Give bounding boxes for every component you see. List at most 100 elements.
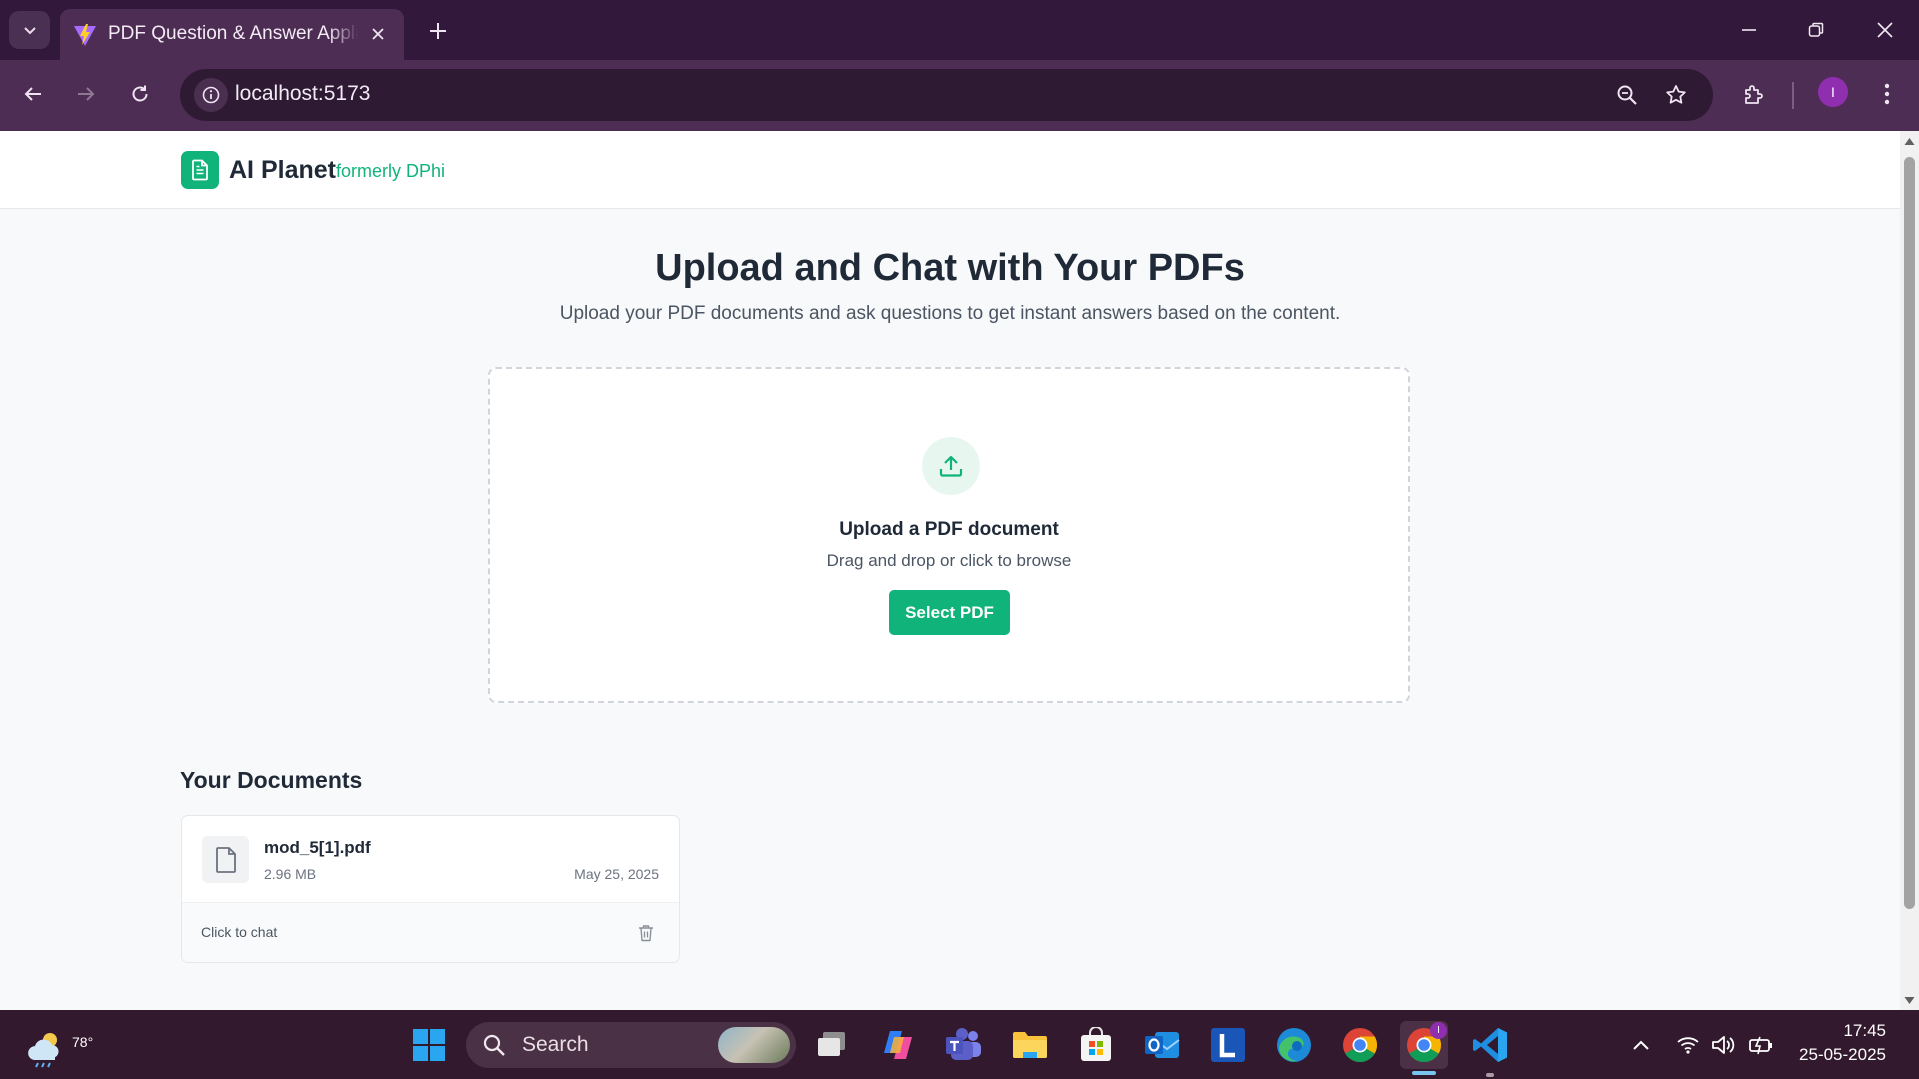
vite-favicon-icon [74,24,96,46]
weather-widget[interactable]: 78° [24,1024,93,1068]
edge-icon [1277,1028,1311,1062]
screen: PDF Question & Answer Application [0,0,1919,1079]
upload-title: Upload a PDF document [839,519,1059,540]
document-icon [192,159,208,181]
tab-search-button[interactable] [9,11,50,49]
back-button[interactable] [13,74,53,114]
select-pdf-button[interactable]: Select PDF [889,590,1010,635]
teams-icon [946,1028,981,1060]
restore-icon [1808,22,1824,37]
open-app-indicator [1486,1073,1494,1077]
address-bar[interactable]: localhost:5173 [180,69,1713,121]
store-icon [1081,1027,1111,1061]
clock-date[interactable]: 25-05-2025 [1770,1045,1886,1065]
toolbar-separator [1792,82,1794,109]
file-icon-box [202,836,249,883]
extensions-button[interactable] [1734,74,1774,114]
bookmark-button[interactable] [1658,77,1694,113]
close-icon [1877,22,1893,38]
star-icon [1666,85,1686,104]
restore-button[interactable] [1788,8,1844,52]
page-viewport: AI Planet formerly DPhi Upload and Chat … [0,131,1900,1010]
minimize-icon [1742,29,1756,31]
site-header: AI Planet formerly DPhi [0,131,1900,209]
volume-status[interactable] [1710,1031,1738,1059]
copilot-app[interactable] [874,1021,922,1069]
chevron-up-icon [1633,1040,1649,1050]
delete-document-button[interactable] [634,921,658,945]
brand-subtitle: formerly DPhi [336,161,446,181]
brand-name[interactable]: AI Planet [229,156,336,185]
documents-title: Your Documents [180,767,363,793]
search-highlight-image [718,1027,790,1063]
url-text[interactable]: localhost:5173 [235,82,370,106]
browser-menu-button[interactable] [1867,74,1907,114]
document-name: mod_5[1].pdf [264,838,371,857]
l-app-icon [1211,1028,1245,1062]
page-title: Upload and Chat with Your PDFs [655,247,1245,289]
task-view-icon [818,1032,845,1056]
outlook-app[interactable] [1138,1021,1186,1069]
plus-icon [430,23,446,39]
wifi-status[interactable] [1674,1031,1702,1059]
page-subtitle: Upload your PDF documents and ask questi… [559,303,1341,324]
chrome-profile-app-active[interactable]: I [1400,1021,1448,1069]
copilot-icon [884,1031,912,1059]
browser-toolbar: localhost:5173 I [0,60,1919,131]
upload-dropzone[interactable]: Upload a PDF document Drag and drop or c… [488,367,1410,703]
triangle-up-icon [1904,138,1915,145]
edge-app[interactable] [1270,1021,1318,1069]
folder-icon [1013,1032,1047,1058]
chevron-down-icon [23,27,36,35]
microsoft-store-app[interactable] [1072,1021,1120,1069]
scrollbar-thumb[interactable] [1904,157,1915,909]
reload-icon [132,85,148,102]
active-app-indicator [1412,1071,1436,1075]
tab-close-button[interactable] [363,19,393,49]
show-hidden-icons-button[interactable] [1627,1031,1655,1059]
file-explorer-app[interactable] [1006,1021,1054,1069]
profile-avatar[interactable]: I [1818,77,1848,107]
chrome-app[interactable] [1336,1021,1384,1069]
info-icon [202,86,220,104]
zoom-icon [1617,85,1637,105]
upload-subtitle: Drag and drop or click to browse [826,551,1072,570]
zoom-button[interactable] [1609,77,1645,113]
chrome-icon [1343,1028,1377,1062]
temperature-text: 78° [72,1034,94,1050]
taskbar-search-box[interactable]: Search [466,1022,796,1068]
app-logo[interactable] [181,151,219,189]
trash-icon [639,925,653,942]
task-view-button[interactable] [808,1021,856,1069]
new-tab-button[interactable] [420,13,456,49]
browser-tab-active[interactable]: PDF Question & Answer Application [60,9,404,60]
wifi-icon [1677,1037,1699,1054]
file-icon [215,846,236,873]
start-button[interactable] [405,1021,453,1069]
teams-app[interactable] [940,1021,988,1069]
scroll-down-arrow[interactable] [1904,995,1915,1006]
reload-button[interactable] [120,74,160,114]
search-icon [483,1034,505,1056]
forward-button[interactable] [66,74,106,114]
tab-title: PDF Question & Answer Application [108,23,358,44]
volume-icon [1712,1036,1735,1054]
page-scrollbar[interactable] [1900,131,1919,1010]
minimize-button[interactable] [1721,8,1777,52]
document-date: May 25, 2025 [574,866,659,882]
search-label: Search [522,1033,589,1056]
scroll-up-arrow[interactable] [1904,136,1915,147]
vscode-icon [1473,1028,1507,1062]
arrow-left-icon [24,87,41,101]
triangle-down-icon [1904,997,1915,1004]
vscode-app[interactable] [1466,1021,1514,1069]
lens-app[interactable] [1204,1021,1252,1069]
windows-taskbar: 78° Search I 17:45 25-05-2025 [0,1010,1919,1079]
clock-time[interactable]: 17:45 [1770,1021,1886,1041]
puzzle-icon [1745,85,1763,104]
document-card[interactable]: mod_5[1].pdf 2.96 MB May 25, 2025 Click … [181,815,680,963]
kebab-menu-icon [1884,83,1890,105]
click-to-chat-link[interactable]: Click to chat [201,924,277,940]
close-window-button[interactable] [1857,8,1913,52]
site-info-button[interactable] [194,78,228,112]
